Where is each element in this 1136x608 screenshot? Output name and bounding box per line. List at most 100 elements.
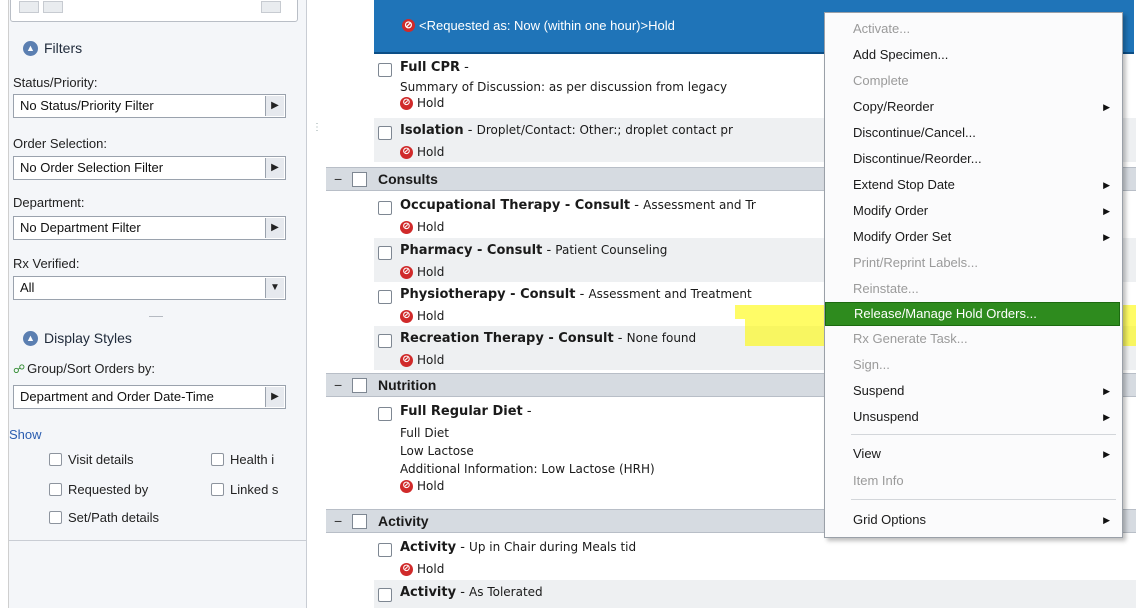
order-name-line: Physiotherapy - Consult - Assessment and… (400, 287, 752, 302)
hold-icon: ⊘ (400, 562, 413, 576)
resize-grip[interactable] (149, 316, 163, 317)
row-checkbox[interactable] (378, 334, 392, 348)
link-icon: ☍ (13, 361, 26, 376)
menu-item-label: Reinstate... (853, 281, 919, 296)
top-collapsed-field[interactable] (10, 0, 298, 22)
chevron-down-icon[interactable]: ▼ (265, 278, 284, 298)
order-name: Full Regular Diet (400, 404, 523, 419)
name-dash: - (460, 540, 465, 555)
menu-item-add-specimen[interactable]: Add Specimen... (825, 42, 1120, 68)
rx-verified-label: Rx Verified: (13, 256, 80, 271)
menu-item-activate[interactable]: Activate... (825, 16, 1120, 42)
splitter-handle[interactable]: ⋮ (312, 122, 322, 136)
menu-item-label: Suspend (853, 383, 905, 398)
row-checkbox[interactable] (378, 201, 392, 215)
filters-panel: ▲ Filters Status/Priority: No Status/Pri… (9, 0, 307, 608)
menu-item-extend-stop-date[interactable]: Extend Stop Date ▶ (825, 172, 1120, 198)
visit-details-checkbox[interactable]: Visit details (49, 452, 134, 467)
order-detail: Summary of Discussion: as per discussion… (400, 80, 728, 94)
menu-item-copy-reorder[interactable]: Copy/Reorder ▶ (825, 94, 1120, 120)
status-priority-value: No Status/Priority Filter (20, 98, 154, 113)
category-checkbox[interactable] (352, 172, 367, 187)
collapse-minus-icon[interactable]: − (334, 377, 342, 393)
order-detail: None found (626, 331, 697, 345)
play-arrow-icon[interactable]: ▶ (265, 218, 284, 238)
top-ghost-button-2[interactable] (43, 1, 63, 13)
menu-item-suspend[interactable]: Suspend ▶ (825, 378, 1120, 404)
menu-separator (851, 434, 1116, 435)
filters-section-header[interactable]: ▲ Filters (23, 40, 82, 56)
menu-item-release-manage-hold[interactable]: Release/Manage Hold Orders... (825, 302, 1120, 326)
menu-item-discontinue-cancel[interactable]: Discontinue/Cancel... (825, 120, 1120, 146)
requested-by-checkbox[interactable]: Requested by (49, 482, 148, 497)
menu-item-unsuspend[interactable]: Unsuspend ▶ (825, 404, 1120, 430)
order-selection-select[interactable]: No Order Selection Filter ▶ (13, 156, 286, 180)
play-arrow-icon[interactable]: ▶ (265, 387, 284, 407)
checkbox-box[interactable] (211, 483, 224, 496)
top-ghost-button-1[interactable] (19, 1, 39, 13)
menu-item-sign[interactable]: Sign... (825, 352, 1120, 378)
row-checkbox[interactable] (378, 126, 392, 140)
submenu-arrow-icon: ▶ (1103, 386, 1110, 396)
name-dash: - (464, 60, 469, 75)
hold-text: Hold (417, 479, 445, 493)
category-checkbox[interactable] (352, 378, 367, 393)
checkbox-box[interactable] (49, 483, 62, 496)
linked-checkbox[interactable]: Linked s (211, 482, 278, 497)
order-detail: Low Lactose (400, 444, 474, 458)
department-select[interactable]: No Department Filter ▶ (13, 216, 286, 240)
menu-item-reinstate[interactable]: Reinstate... (825, 276, 1120, 302)
hold-status: ⊘ Hold (400, 309, 444, 323)
menu-item-discontinue-reorder[interactable]: Discontinue/Reorder... (825, 146, 1120, 172)
row-checkbox[interactable] (378, 63, 392, 77)
menu-separator (851, 499, 1116, 500)
rx-verified-value: All (20, 280, 35, 295)
name-dash: - (546, 243, 552, 258)
menu-item-modify-order[interactable]: Modify Order ▶ (825, 198, 1120, 224)
menu-item-label: Modify Order (853, 203, 929, 218)
checkbox-box[interactable] (49, 453, 62, 466)
status-priority-select[interactable]: No Status/Priority Filter ▶ (13, 94, 286, 118)
play-arrow-icon[interactable]: ▶ (265, 158, 284, 178)
rx-verified-select[interactable]: All ▼ (13, 276, 286, 300)
menu-item-item-info[interactable]: Item Info (825, 468, 1120, 494)
hold-text: Hold (417, 265, 445, 279)
row-checkbox[interactable] (378, 290, 392, 304)
hold-status: ⊘ Hold (400, 220, 444, 234)
row-checkbox[interactable] (378, 543, 392, 557)
order-name-line: Full CPR - (400, 60, 469, 75)
order-name-line: Isolation - Droplet/Contact: Other:; dro… (400, 123, 733, 138)
menu-item-print-labels[interactable]: Print/Reprint Labels... (825, 250, 1120, 276)
collapse-minus-icon[interactable]: − (334, 171, 342, 187)
filters-title: Filters (44, 40, 83, 56)
row-checkbox[interactable] (378, 246, 392, 260)
top-ghost-button-3[interactable] (261, 1, 281, 13)
show-link[interactable]: Show (9, 427, 42, 442)
order-name: Activity (400, 540, 457, 555)
collapse-minus-icon[interactable]: − (334, 513, 342, 529)
category-checkbox[interactable] (352, 514, 367, 529)
menu-item-grid-options[interactable]: Grid Options ▶ (825, 507, 1120, 533)
row-checkbox[interactable] (378, 407, 392, 421)
menu-item-modify-order-set[interactable]: Modify Order Set ▶ (825, 224, 1120, 250)
menu-item-rx-generate-task[interactable]: Rx Generate Task... (825, 326, 1120, 352)
menu-item-label: Sign... (853, 357, 890, 372)
hold-status: ⊘ Hold (400, 353, 444, 367)
order-name-line: Full Regular Diet - (400, 404, 532, 419)
checkbox-box[interactable] (49, 511, 62, 524)
checkbox-box[interactable] (211, 453, 224, 466)
display-styles-header[interactable]: ▲ Display Styles (23, 330, 132, 346)
menu-item-view[interactable]: View ▶ (825, 441, 1120, 467)
menu-item-complete[interactable]: Complete (825, 68, 1120, 94)
menu-item-label: Copy/Reorder (853, 99, 934, 114)
play-arrow-icon[interactable]: ▶ (265, 96, 284, 116)
menu-item-label: View (853, 446, 881, 461)
set-path-details-checkbox[interactable]: Set/Path details (49, 510, 159, 525)
submenu-arrow-icon: ▶ (1103, 102, 1110, 112)
health-issues-checkbox[interactable]: Health i (211, 452, 274, 467)
row-checkbox[interactable] (378, 588, 392, 602)
group-sort-select[interactable]: Department and Order Date-Time ▶ (13, 385, 286, 409)
menu-item-label: Modify Order Set (853, 229, 952, 244)
name-dash: - (526, 404, 532, 419)
menu-item-label: Release/Manage Hold Orders... (854, 306, 1037, 321)
